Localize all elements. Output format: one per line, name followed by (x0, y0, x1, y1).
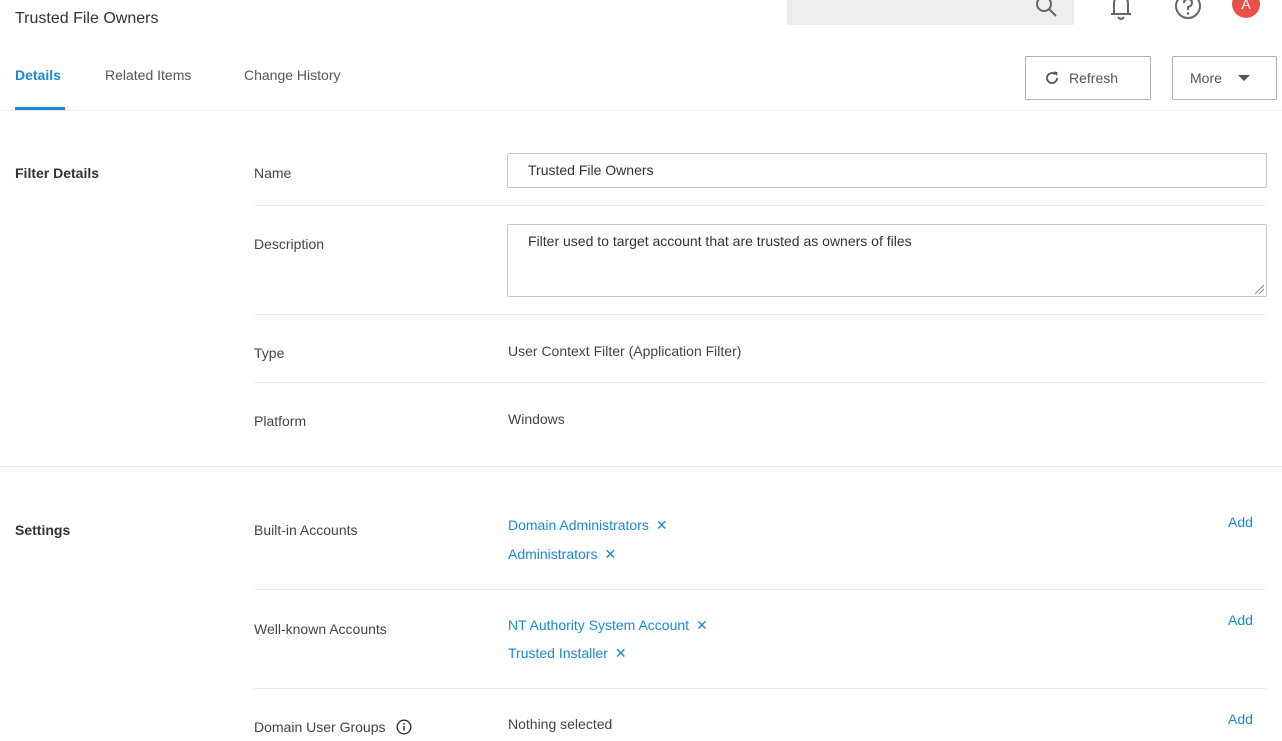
platform-label: Platform (254, 413, 307, 429)
active-tab-indicator (15, 107, 65, 110)
builtin-account-chip[interactable]: Administrators ✕ (508, 546, 616, 563)
help-icon[interactable] (1174, 0, 1202, 20)
refresh-icon (1046, 71, 1058, 84)
type-value: User Context Filter (Application Filter) (508, 343, 742, 359)
remove-icon[interactable]: ✕ (604, 546, 616, 563)
more-label: More (1190, 70, 1222, 86)
avatar[interactable]: A (1232, 0, 1260, 18)
chip-label: Domain Administrators (508, 517, 649, 533)
well-known-account-chip[interactable]: Trusted Installer ✕ (508, 645, 627, 662)
chip-label: Administrators (508, 546, 598, 562)
add-well-known-account-link[interactable]: Add (1228, 612, 1253, 628)
remove-icon[interactable]: ✕ (615, 645, 627, 662)
builtin-account-chip[interactable]: Domain Administrators ✕ (508, 517, 668, 534)
page-title: Trusted File Owners (15, 10, 159, 27)
name-label: Name (254, 165, 292, 181)
resize-handle-icon[interactable] (1255, 285, 1264, 294)
description-field[interactable]: Filter used to target account that are t… (507, 224, 1267, 297)
tab-change-history[interactable]: Change History (244, 67, 341, 83)
type-label: Type (254, 345, 285, 361)
divider (254, 205, 1266, 206)
chevron-down-icon (1237, 75, 1250, 81)
section-divider (0, 466, 1282, 467)
description-label: Description (254, 236, 325, 252)
divider (254, 589, 1266, 590)
info-icon[interactable] (396, 719, 412, 735)
well-known-accounts-label: Well-known Accounts (254, 621, 387, 637)
search-input[interactable] (787, 0, 1074, 25)
add-builtin-account-link[interactable]: Add (1228, 514, 1253, 530)
more-button[interactable]: More (1172, 56, 1277, 100)
well-known-account-chip[interactable]: NT Authority System Account ✕ (508, 617, 708, 634)
top-bar: Trusted File Owners A (0, 0, 1282, 40)
bell-icon[interactable] (1108, 0, 1134, 22)
name-field[interactable]: Trusted File Owners (507, 153, 1267, 188)
description-text: Filter used to target account that are t… (528, 233, 912, 249)
platform-value: Windows (508, 411, 565, 427)
filter-details-heading: Filter Details (15, 165, 100, 181)
divider (254, 314, 1266, 315)
settings-heading: Settings (15, 522, 71, 538)
tab-details[interactable]: Details (15, 67, 61, 83)
divider (254, 382, 1266, 383)
builtin-accounts-label: Built-in Accounts (254, 522, 358, 538)
domain-user-groups-value: Nothing selected (508, 716, 613, 732)
domain-user-groups-text: Domain User Groups (254, 719, 386, 735)
tab-bar: Details Related Items Change History Ref… (0, 50, 1282, 111)
remove-icon[interactable]: ✕ (696, 617, 708, 634)
tab-related-items[interactable]: Related Items (105, 67, 191, 83)
refresh-button[interactable]: Refresh (1025, 56, 1151, 100)
divider (254, 688, 1266, 689)
chip-label: NT Authority System Account (508, 617, 690, 633)
remove-icon[interactable]: ✕ (656, 517, 668, 534)
domain-user-groups-label: Domain User Groups (254, 719, 412, 735)
add-domain-user-group-link[interactable]: Add (1228, 711, 1253, 727)
search-icon[interactable] (1034, 0, 1060, 20)
chip-label: Trusted Installer (508, 645, 608, 661)
refresh-label: Refresh (1069, 70, 1119, 86)
